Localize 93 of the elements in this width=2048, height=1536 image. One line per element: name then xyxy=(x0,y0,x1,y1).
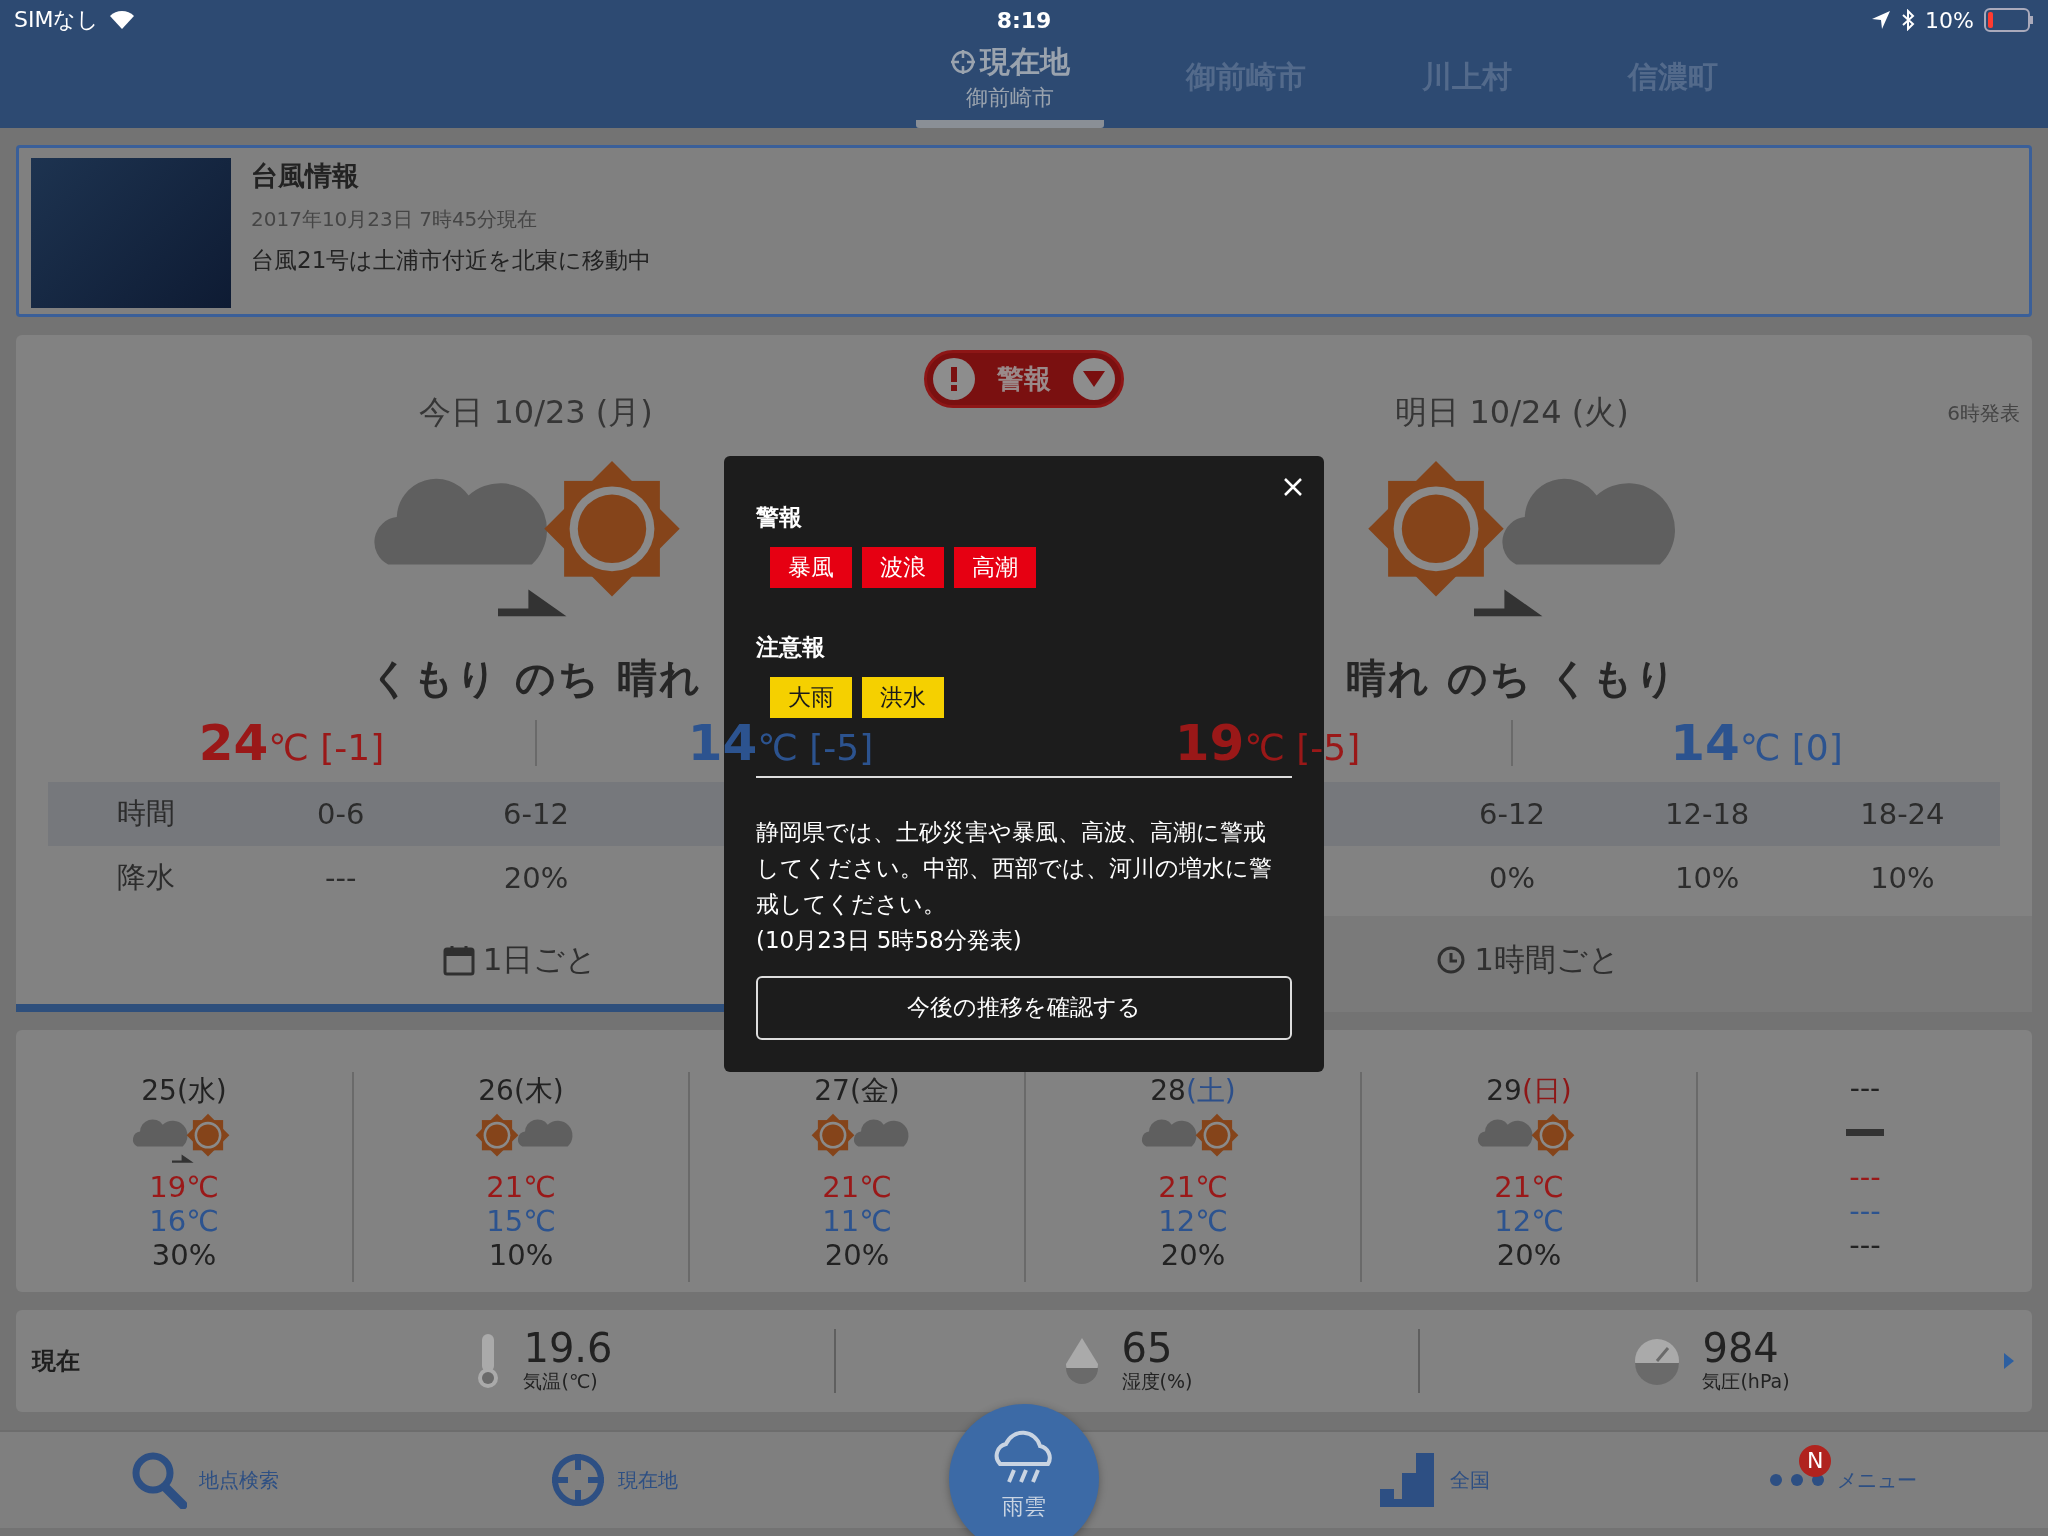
crosshair-icon xyxy=(950,49,976,75)
crosshair-icon xyxy=(550,1452,607,1508)
bluetooth-icon xyxy=(1901,9,1916,31)
dots-icon xyxy=(1769,1473,1826,1487)
day-title: 今日 10/23 (月) xyxy=(419,392,653,433)
weather-summary: 晴れ のち くもり xyxy=(1346,654,1678,703)
caret-icon xyxy=(1073,358,1115,400)
rain-chance: 20% xyxy=(824,1238,890,1272)
wifi-icon xyxy=(109,10,136,30)
warning-tag: 高潮 xyxy=(954,547,1036,588)
table-cell-text: 6-12 xyxy=(502,796,570,833)
low-temperature: 14℃ [0] xyxy=(1670,718,1843,768)
low-temperature: 16℃ xyxy=(149,1204,219,1238)
table-cell-text: 12-18 xyxy=(1664,796,1751,833)
calendar-icon xyxy=(442,944,475,976)
search-icon xyxy=(130,1451,187,1509)
low-temperature: 14℃ [-5] xyxy=(687,718,874,768)
day-title: 明日 10/24 (火) xyxy=(1395,392,1629,433)
day-date: 26(木) xyxy=(478,1073,564,1109)
high-temperature: --- xyxy=(1849,1160,1881,1194)
rain-chance: 30% xyxy=(151,1238,217,1272)
warning-tag: 波浪 xyxy=(862,547,944,588)
high-temperature: 21℃ xyxy=(1158,1170,1228,1204)
advisory-tag: 大雨 xyxy=(770,677,852,718)
typhoon-card[interactable]: 台風情報 2017年10月23日 7時45分現在 台風21号は土浦市付近を北東に移動中 xyxy=(16,145,2032,317)
high-temperature: 21℃ xyxy=(1494,1170,1564,1204)
issued-time: (10月23日 5時58分発表) xyxy=(756,925,1023,955)
nav-button[interactable]: 全国 xyxy=(1369,1443,1498,1517)
day-date: 27(金) xyxy=(814,1073,900,1109)
low-temperature: 12℃ xyxy=(1494,1204,1564,1238)
reading-label: 気温(℃) xyxy=(523,1369,599,1394)
battery-percent: 10% xyxy=(1925,7,1974,33)
rain-cloud-button[interactable]: 雨雲 xyxy=(949,1404,1099,1536)
reading-label: 湿度(%) xyxy=(1121,1369,1193,1394)
low-temperature: 11℃ xyxy=(822,1204,892,1238)
rain-chance: 20% xyxy=(1496,1238,1562,1272)
table-cell-text: 20% xyxy=(502,860,570,897)
high-temperature: 19℃ xyxy=(149,1170,219,1204)
reading-label: 気圧(hPa) xyxy=(1702,1369,1790,1394)
high-temperature: 21℃ xyxy=(822,1170,892,1204)
reading-value: 19.6 xyxy=(523,1327,613,1369)
dash-icon xyxy=(1846,1129,1884,1136)
clock-icon xyxy=(1436,945,1467,975)
low-temperature: --- xyxy=(1849,1194,1881,1228)
rain-chance: 20% xyxy=(1160,1238,1226,1272)
table-cell-text: 10% xyxy=(1869,860,1936,897)
right-arrow-icon xyxy=(2002,1351,2016,1371)
advisory-tag: 洪水 xyxy=(862,677,944,718)
alert-button[interactable]: 警報 xyxy=(924,350,1124,408)
location-arrow-icon xyxy=(1871,10,1892,30)
high-temperature: 24℃ [-1] xyxy=(198,718,385,768)
day-date: 28(土) xyxy=(1150,1073,1236,1109)
section-title: 注意報 xyxy=(756,633,826,662)
issued-note: 6時発表 xyxy=(1947,399,2020,427)
table-cell-text: 6-12 xyxy=(1478,796,1546,833)
trend-button[interactable]: 今後の推移を確認する xyxy=(756,975,1292,1040)
warning-tag: 暴風 xyxy=(770,547,852,588)
alert-message: 静岡県では、土砂災害や暴風、高波、高潮に警戒してください。中部、西部では、河川の増水に警戒してください。 xyxy=(756,817,1273,919)
card-timestamp: 2017年10月23日 7時45分現在 xyxy=(251,206,539,233)
card-title: 台風情報 xyxy=(251,159,360,193)
table-cell-text: --- xyxy=(324,860,358,897)
high-temperature: 21℃ xyxy=(486,1170,556,1204)
current-label: 現在 xyxy=(32,1346,81,1377)
weather-summary: くもり のち 晴れ xyxy=(370,654,702,703)
notification-badge: N xyxy=(1799,1444,1832,1477)
table-cell-text: 0-6 xyxy=(316,796,366,833)
tab-sublabel: 御前崎市 xyxy=(966,83,1054,112)
row-label: 時間 xyxy=(115,795,176,832)
carrier-label: SIMなし xyxy=(14,6,100,34)
tab-label: 現在地 xyxy=(980,42,1070,81)
nav-button[interactable]: 地点検索 xyxy=(122,1443,287,1517)
day-date: --- xyxy=(1849,1072,1881,1105)
rain-chance: 10% xyxy=(488,1238,554,1272)
card-message: 台風21号は土浦市付近を北東に移動中 xyxy=(251,246,652,275)
rain-chance: --- xyxy=(1849,1228,1881,1262)
exclamation-icon xyxy=(933,358,975,400)
table-cell-text: 10% xyxy=(1673,860,1741,897)
table-cell-text: 0% xyxy=(1488,860,1536,897)
current-conditions-bar[interactable]: 現在 19.6 気温(℃) 65 湿度(%) 984 気圧(hPa) xyxy=(16,1310,2032,1412)
section-title: 警報 xyxy=(756,503,803,532)
nav-button[interactable]: 現在地 xyxy=(542,1444,687,1516)
location-tab[interactable]: 現在地 御前崎市 xyxy=(916,40,1104,128)
reading-value: 984 xyxy=(1702,1327,1780,1369)
close-icon xyxy=(1284,478,1302,496)
low-temperature: 12℃ xyxy=(1158,1204,1228,1238)
clock: 8:19 xyxy=(996,7,1052,33)
table-cell-text: 18-24 xyxy=(1859,796,1946,833)
low-temperature: 15℃ xyxy=(486,1204,556,1238)
battery-icon xyxy=(1984,8,2034,32)
day-date: 29(日) xyxy=(1486,1073,1572,1109)
row-label: 降水 xyxy=(115,859,176,896)
reading-value: 65 xyxy=(1121,1327,1174,1369)
day-date: 25(水) xyxy=(141,1073,227,1109)
